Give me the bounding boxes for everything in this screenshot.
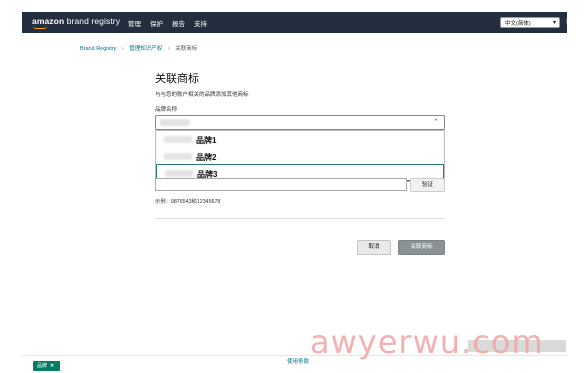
nav-manage[interactable]: 管理 (128, 18, 141, 28)
chevron-down-icon: ▾ (552, 20, 556, 26)
page-subtitle: 与与您的账户相关的品牌添加其他商标 (155, 92, 249, 98)
cancel-button[interactable]: 取消 (357, 240, 391, 255)
logo-amazon-text: amazon (32, 16, 65, 26)
brand-tag-chip[interactable]: 品牌 ✕ (33, 361, 60, 371)
amazon-smile-icon (33, 26, 47, 29)
terms-of-use-link[interactable]: 使用条款 (287, 357, 309, 365)
example-hint: 示例：9876543和12345678 (155, 199, 221, 205)
redacted-prefix (165, 170, 193, 177)
redacted-prefix (164, 136, 192, 143)
nav-support[interactable]: 支持 (194, 18, 207, 28)
breadcrumb-manage-ip[interactable]: 管理知识产权 (129, 46, 162, 52)
language-select[interactable]: 中文(简体) ▾ (500, 17, 560, 28)
redacted-value (160, 119, 190, 126)
help-signout-links[interactable]: 帮助 | 注销 (566, 18, 587, 26)
logo-brand-registry-text: brand registry (66, 16, 121, 26)
chevron-up-icon: ⌃ (433, 119, 439, 126)
breadcrumb-current: 关联商标 (175, 46, 198, 52)
trademark-number-input[interactable] (155, 178, 407, 191)
page-title: 关联商标 (155, 73, 199, 85)
close-icon[interactable]: ✕ (50, 363, 54, 369)
brand-option-label: 品牌1 (196, 136, 217, 145)
brand-option-1[interactable]: 品牌1 (156, 131, 444, 148)
redacted-prefix (164, 153, 192, 160)
brand-name-label: 品牌名称 (155, 107, 178, 113)
verify-button[interactable]: 验证 (410, 178, 445, 192)
brand-name-select[interactable]: ⌃ (155, 115, 445, 130)
brand-option-label: 品牌2 (196, 153, 217, 162)
breadcrumb: Brand Registry › 管理知识产权 › 关联商标 (80, 44, 197, 52)
breadcrumb-chevron-icon: › (121, 46, 124, 52)
language-value: 中文(简体) (505, 21, 531, 27)
link-trademark-button[interactable]: 关联商标 (398, 240, 445, 255)
breadcrumb-chevron-icon: › (167, 46, 170, 52)
brand-dropdown-list: 品牌1 品牌2 品牌3 (155, 130, 445, 182)
watermark-text: awyerwu.com (310, 323, 544, 361)
breadcrumb-brand-registry[interactable]: Brand Registry (80, 46, 116, 52)
top-navigation-bar: amazon brand registry 管理 保护 报告 支持 中文(简体)… (22, 12, 587, 33)
brand-option-2[interactable]: 品牌2 (156, 148, 444, 165)
divider (155, 218, 445, 219)
nav-report[interactable]: 报告 (172, 18, 185, 28)
nav-protect[interactable]: 保护 (150, 18, 163, 28)
brand-tag-label: 品牌 (37, 363, 48, 369)
brand-registry-logo[interactable]: amazon brand registry (32, 16, 120, 26)
